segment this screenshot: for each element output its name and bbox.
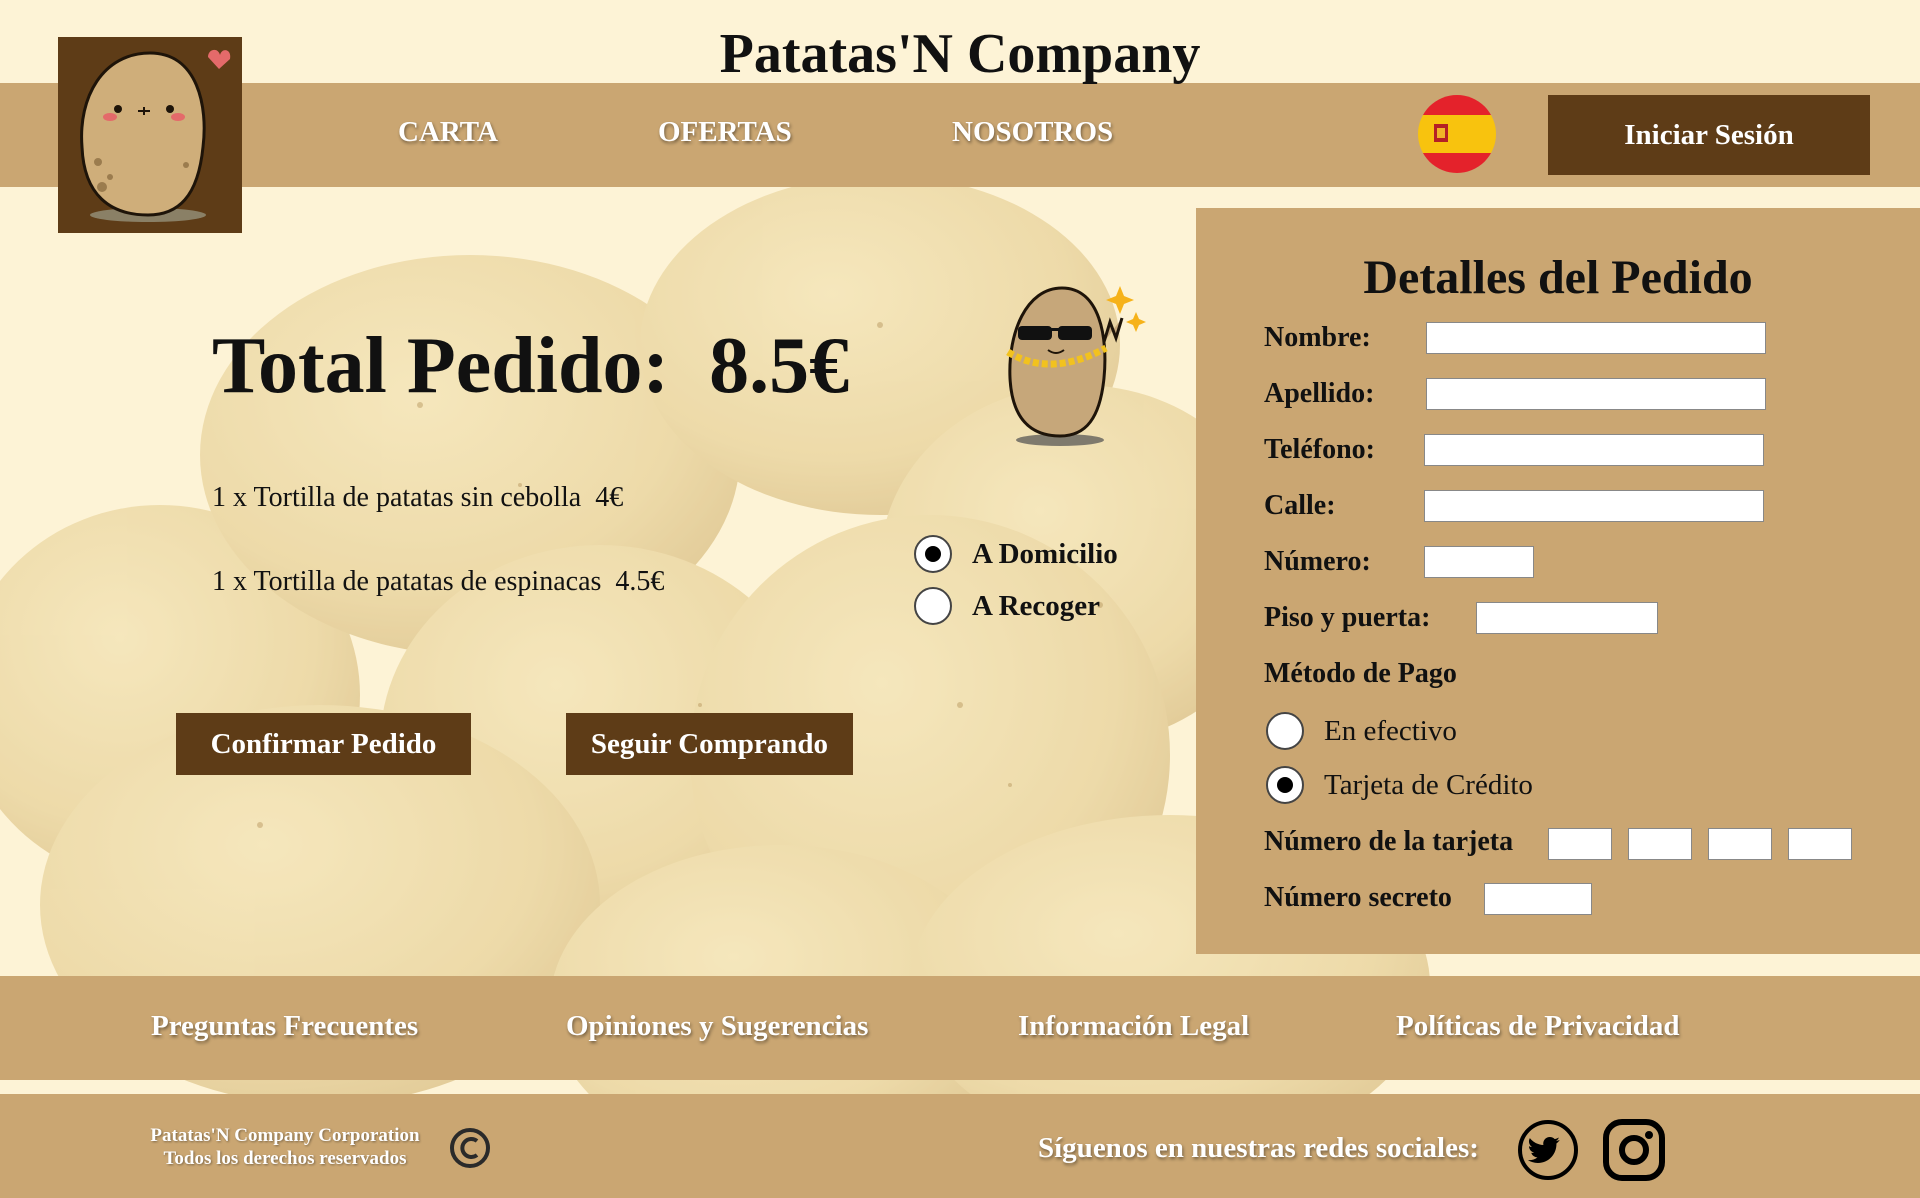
card-number-field-4[interactable] xyxy=(1788,828,1852,860)
spain-flag-icon[interactable] xyxy=(1418,95,1496,173)
potato-logo-icon xyxy=(80,49,231,222)
delivery-option-label: A Domicilio xyxy=(972,537,1118,570)
panel-title: Detalles del Pedido xyxy=(1363,251,1753,304)
login-button[interactable]: Iniciar Sesión xyxy=(1548,95,1870,175)
piso-label: Piso y puerta: xyxy=(1264,602,1431,633)
piso-field[interactable] xyxy=(1476,602,1658,634)
instagram-icon[interactable] xyxy=(1602,1118,1666,1182)
logo[interactable] xyxy=(58,37,242,233)
order-total: Total Pedido: 8.5€ xyxy=(212,322,850,410)
footer-bottom-bar: Patatas'N Company Corporation Todos los … xyxy=(0,1094,1920,1198)
card-number-field-2[interactable] xyxy=(1628,828,1692,860)
radio-button-selected[interactable] xyxy=(914,535,952,573)
payment-option-card[interactable]: Tarjeta de Crédito xyxy=(1266,766,1533,804)
footer-link-faq[interactable]: Preguntas Frecuentes xyxy=(151,1010,418,1043)
numero-field[interactable] xyxy=(1424,546,1534,578)
footer-link-opinions[interactable]: Opiniones y Sugerencias xyxy=(566,1010,868,1043)
delivery-option-label: A Recoger xyxy=(972,589,1101,622)
order-item: 1 x Tortilla de patatas de espinacas 4.5… xyxy=(212,566,665,597)
confirm-order-button[interactable]: Confirmar Pedido xyxy=(176,713,471,775)
order-item: 1 x Tortilla de patatas sin cebolla 4€ xyxy=(212,482,624,513)
secret-number-field[interactable] xyxy=(1484,883,1592,915)
footer-links-bar: Preguntas Frecuentes Opiniones y Sugeren… xyxy=(0,976,1920,1080)
numero-label: Número: xyxy=(1264,546,1371,577)
radio-button-selected[interactable] xyxy=(1266,766,1304,804)
nav-link-nosotros[interactable]: NOSOTROS xyxy=(952,116,1113,149)
apellido-label: Apellido: xyxy=(1264,378,1375,409)
telefono-label: Teléfono: xyxy=(1264,434,1375,465)
nav-link-carta[interactable]: CARTA xyxy=(398,116,498,149)
footer-link-legal[interactable]: Información Legal xyxy=(1018,1010,1249,1043)
payment-option-cash[interactable]: En efectivo xyxy=(1266,712,1457,750)
continue-shopping-button[interactable]: Seguir Comprando xyxy=(566,713,853,775)
copyright-icon xyxy=(450,1128,490,1168)
apellido-field[interactable] xyxy=(1426,378,1766,410)
footer-link-privacy[interactable]: Políticas de Privacidad xyxy=(1396,1010,1680,1043)
social-media-label: Síguenos en nuestras redes sociales: xyxy=(1038,1132,1479,1164)
nav-link-ofertas[interactable]: OFERTAS xyxy=(658,116,792,149)
delivery-option-pickup[interactable]: A Recoger xyxy=(914,587,1100,625)
order-details-panel: Detalles del Pedido Nombre: Apellido: Te… xyxy=(1196,208,1920,954)
nombre-label: Nombre: xyxy=(1264,322,1371,353)
secret-number-label: Número secreto xyxy=(1264,882,1452,913)
card-number-field-1[interactable] xyxy=(1548,828,1612,860)
corporation-notice: Patatas'N Company Corporation Todos los … xyxy=(130,1124,440,1170)
corporation-name: Patatas'N Company Corporation xyxy=(150,1125,420,1146)
delivery-option-home[interactable]: A Domicilio xyxy=(914,535,1118,573)
site-title: Patatas'N Company xyxy=(719,23,1201,85)
payment-option-label: En efectivo xyxy=(1324,714,1457,747)
rights-reserved: Todos los derechos reservados xyxy=(163,1148,407,1169)
sunglasses-potato-icon xyxy=(1006,286,1146,446)
payment-method-title: Método de Pago xyxy=(1264,658,1457,689)
twitter-icon[interactable] xyxy=(1516,1118,1580,1182)
calle-label: Calle: xyxy=(1264,490,1336,521)
radio-button[interactable] xyxy=(1266,712,1304,750)
telefono-field[interactable] xyxy=(1424,434,1764,466)
radio-button[interactable] xyxy=(914,587,952,625)
card-number-label: Número de la tarjeta xyxy=(1264,826,1514,857)
payment-option-label: Tarjeta de Crédito xyxy=(1324,768,1533,801)
calle-field[interactable] xyxy=(1424,490,1764,522)
nombre-field[interactable] xyxy=(1426,322,1766,354)
card-number-field-3[interactable] xyxy=(1708,828,1772,860)
